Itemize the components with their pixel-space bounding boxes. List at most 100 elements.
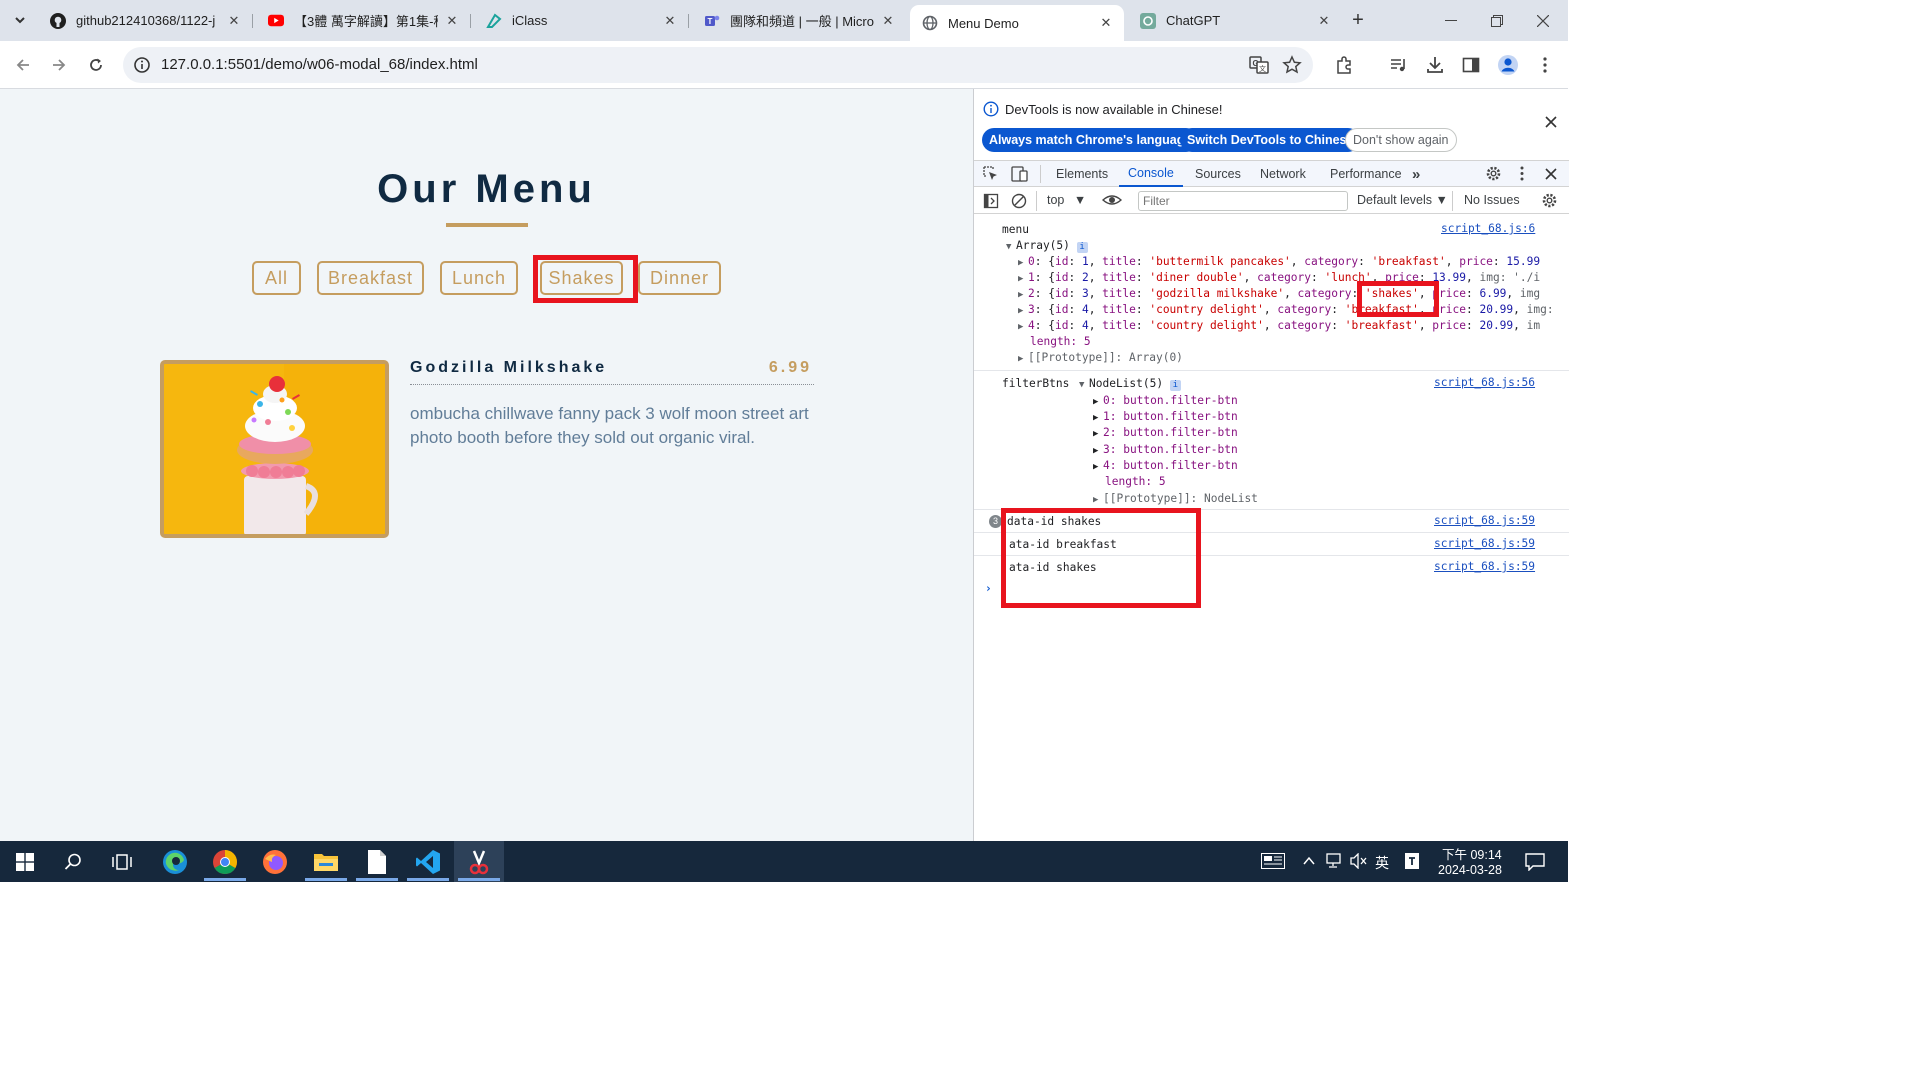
extensions-icon[interactable] <box>1332 53 1356 77</box>
tab-network[interactable]: Network <box>1260 161 1306 187</box>
close-tab-icon[interactable]: ✕ <box>880 13 896 29</box>
context-select[interactable]: top ▼ <box>1047 193 1086 207</box>
site-info-icon[interactable] <box>133 56 151 74</box>
taskbar-edge[interactable] <box>150 841 200 882</box>
array-row[interactable]: ▶ 4: {id: 4, title: 'country delight', ca… <box>1018 318 1540 335</box>
device-toolbar-icon[interactable] <box>1011 166 1029 185</box>
close-window-button[interactable] <box>1520 0 1566 41</box>
array-row[interactable]: ▶ 3: {id: 4, title: 'country delight', ca… <box>1018 302 1554 319</box>
reload-button[interactable] <box>81 50 111 80</box>
filter-btn-breakfast[interactable]: Breakfast <box>317 261 424 295</box>
console-sidebar-icon[interactable] <box>983 193 999 212</box>
nodelist-prototype[interactable]: ▶ [[Prototype]]: NodeList <box>1093 491 1258 508</box>
switch-to-chinese-button[interactable]: Switch DevTools to Chinese <box>1180 128 1361 152</box>
array-row[interactable]: ▶ 0: {id: 1, title: 'buttermilk pancakes'… <box>1018 254 1540 271</box>
side-panel-icon[interactable] <box>1459 53 1483 77</box>
clock-date[interactable]: 2024-03-28 <box>1438 863 1502 877</box>
minimize-button[interactable] <box>1428 0 1474 41</box>
tab-github[interactable]: github212410368/1122-j ✕ <box>38 6 253 35</box>
array-header[interactable]: ▼ Array(5) i <box>1006 238 1088 255</box>
tab-console[interactable]: Console <box>1119 161 1183 187</box>
filter-btn-lunch[interactable]: Lunch <box>440 261 518 295</box>
back-button[interactable] <box>8 50 38 80</box>
filter-btn-dinner[interactable]: Dinner <box>638 261 721 295</box>
nodelist-item[interactable]: ▶ 3: button.filter-btn <box>1093 442 1238 459</box>
devtools-menu-icon[interactable] <box>1520 166 1524 184</box>
restore-button[interactable] <box>1474 0 1520 41</box>
new-tab-button[interactable]: + <box>1346 9 1370 31</box>
close-tab-icon[interactable]: ✕ <box>444 13 460 29</box>
source-link-log[interactable]: script_68.js:59 <box>1434 537 1535 550</box>
taskbar-firefox[interactable] <box>250 841 300 882</box>
ime-mode-icon[interactable] <box>1404 852 1420 873</box>
console-filter-input[interactable] <box>1138 191 1348 211</box>
start-button[interactable] <box>0 841 50 882</box>
taskbar-search-button[interactable] <box>48 841 98 882</box>
always-match-language-button[interactable]: Always match Chrome's language <box>982 128 1199 152</box>
bookmark-star-icon[interactable] <box>1282 55 1302 75</box>
tab-teams[interactable]: T 團隊和頻道 | 一般 | Micros ✕ <box>692 6 906 35</box>
nodelist-item[interactable]: ▶ 4: button.filter-btn <box>1093 458 1238 475</box>
devtools-panel: DevTools is now available in Chinese! Al… <box>973 89 1569 841</box>
profile-avatar-icon[interactable] <box>1496 53 1520 77</box>
translate-icon[interactable]: G文 <box>1249 55 1269 75</box>
tab-iclass[interactable]: iClass ✕ <box>474 6 689 35</box>
tab-elements[interactable]: Elements <box>1056 161 1108 187</box>
close-tab-icon[interactable]: ✕ <box>1098 15 1114 31</box>
nodelist-item[interactable]: ▶ 1: button.filter-btn <box>1093 409 1238 426</box>
ime-indicator[interactable]: 英 <box>1375 853 1389 873</box>
tab-menu-demo[interactable]: Menu Demo ✕ <box>910 5 1124 41</box>
console-prompt-icon[interactable]: › <box>985 581 992 597</box>
address-bar[interactable]: 127.0.0.1:5501/demo/w06-modal_68/index.h… <box>123 47 1313 83</box>
task-view-button[interactable] <box>97 841 147 882</box>
close-tab-icon[interactable]: ✕ <box>1316 13 1332 29</box>
issues-counter[interactable]: No Issues <box>1464 193 1520 207</box>
array-prototype[interactable]: ▶ [[Prototype]]: Array(0) <box>1018 350 1183 367</box>
notification-center-icon[interactable] <box>1525 853 1545 874</box>
clock-time[interactable]: 下午 09:14 <box>1442 844 1502 863</box>
info-icon <box>983 101 999 120</box>
live-expression-eye-icon[interactable] <box>1101 192 1123 211</box>
console-settings-gear-icon[interactable] <box>1541 192 1558 212</box>
url-text[interactable]: 127.0.0.1:5501/demo/w06-modal_68/index.h… <box>161 56 478 73</box>
volume-muted-icon[interactable] <box>1350 852 1368 872</box>
taskbar-chrome[interactable] <box>200 841 250 882</box>
array-row[interactable]: ▶ 2: {id: 3, title: 'godzilla milkshake',… <box>1018 286 1540 303</box>
source-link-log[interactable]: script_68.js:59 <box>1434 560 1535 573</box>
tab-sources[interactable]: Sources <box>1195 161 1241 187</box>
tab-search-button[interactable] <box>6 6 34 34</box>
nodelist-item[interactable]: ▶ 2: button.filter-btn <box>1093 425 1238 442</box>
forward-button[interactable] <box>44 50 74 80</box>
log-levels-dropdown[interactable]: Default levels ▼ <box>1357 193 1448 207</box>
taskbar-notepad[interactable] <box>352 841 402 882</box>
taskbar-snipping-tool[interactable] <box>454 841 504 882</box>
network-icon[interactable] <box>1326 853 1344 872</box>
filter-btn-all[interactable]: All <box>252 261 301 295</box>
taskbar-vscode[interactable] <box>403 841 453 882</box>
taskbar-file-explorer[interactable] <box>301 841 351 882</box>
nodelist-header[interactable]: ▼ NodeList(5) i <box>1079 376 1181 393</box>
source-link-menu[interactable]: script_68.js:6 <box>1441 222 1535 235</box>
tab-youtube[interactable]: 【3體 萬字解讀】第1集-科 ✕ <box>256 6 471 35</box>
source-link-log[interactable]: script_68.js:59 <box>1434 514 1535 527</box>
downloads-icon[interactable] <box>1423 53 1447 77</box>
close-devtools-icon[interactable] <box>1545 168 1557 183</box>
dont-show-again-button[interactable]: Don't show again <box>1345 128 1457 152</box>
close-tab-icon[interactable]: ✕ <box>226 13 242 29</box>
tab-performance[interactable]: Performance <box>1330 161 1402 187</box>
vscode-icon <box>416 849 440 874</box>
source-link-filterbtns[interactable]: script_68.js:56 <box>1434 376 1535 389</box>
more-tabs-icon[interactable]: » <box>1412 161 1420 187</box>
clear-console-icon[interactable] <box>1011 193 1027 212</box>
inspect-element-icon[interactable] <box>983 166 999 185</box>
settings-gear-icon[interactable] <box>1485 165 1502 185</box>
keyboard-layout-icon[interactable] <box>1261 853 1285 872</box>
close-infobar-icon[interactable] <box>1545 116 1557 131</box>
media-control-icon[interactable] <box>1387 53 1411 77</box>
kebab-menu-icon[interactable] <box>1533 53 1557 77</box>
close-tab-icon[interactable]: ✕ <box>662 13 678 29</box>
nodelist-item[interactable]: ▶ 0: button.filter-btn <box>1093 393 1238 410</box>
show-hidden-icons-chevron-icon[interactable] <box>1302 854 1316 871</box>
array-row[interactable]: ▶ 1: {id: 2, title: 'diner double', categ… <box>1018 270 1540 287</box>
tab-chatgpt[interactable]: ChatGPT ✕ <box>1128 6 1342 35</box>
